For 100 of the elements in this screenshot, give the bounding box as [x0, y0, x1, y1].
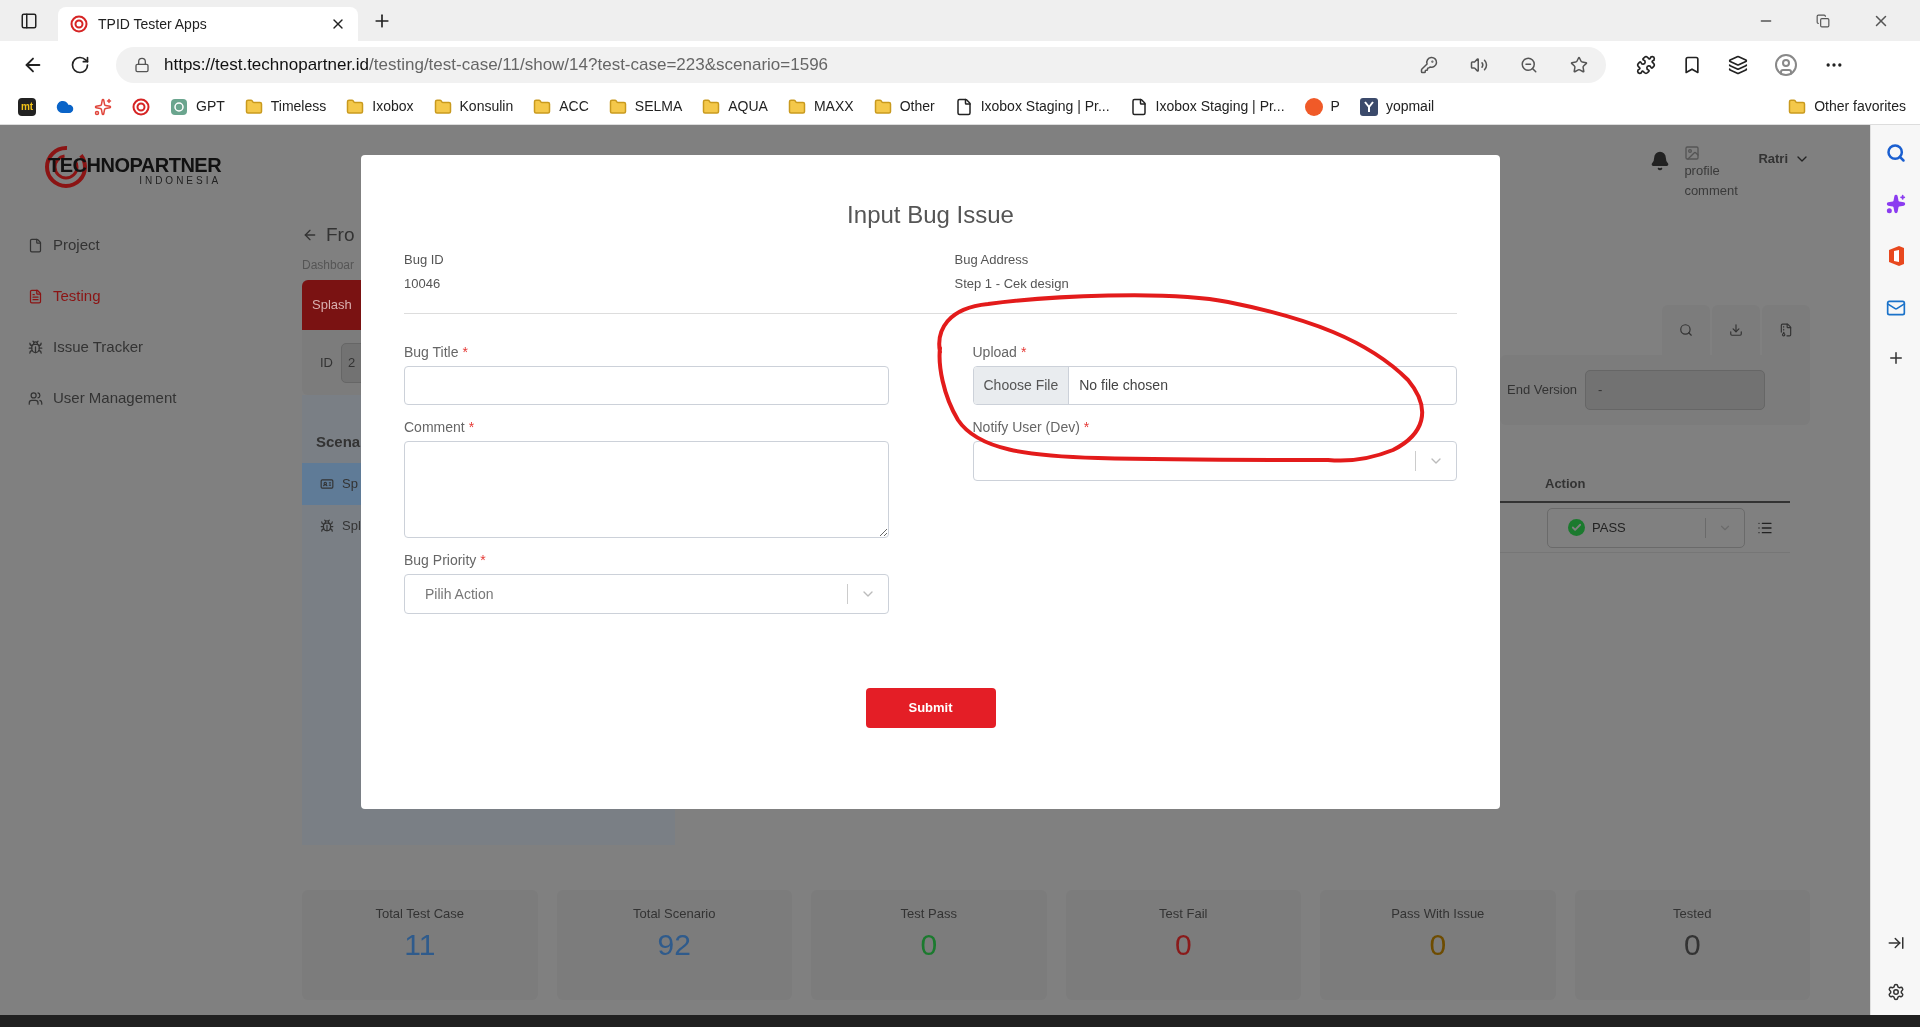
key-icon[interactable] [1420, 56, 1438, 74]
profile-icon[interactable] [1774, 53, 1798, 77]
bookmark-item[interactable]: ACC [533, 96, 589, 117]
users-icon [28, 390, 43, 406]
required-mark: * [462, 342, 468, 362]
column-header: Action [1545, 474, 1586, 493]
id-label: ID [320, 353, 333, 372]
page-icon [954, 97, 973, 116]
required-mark: * [1020, 342, 1027, 362]
folder-icon [787, 97, 806, 116]
zoom-out-icon[interactable] [1520, 56, 1538, 74]
folder-icon [608, 97, 627, 116]
required-mark: * [1083, 417, 1090, 437]
address-bar[interactable]: https://test.technopartner.id/testing/test-case/11/show/14?test-case=223&scenario=1596 [116, 47, 1606, 83]
folder-icon [1788, 97, 1807, 116]
app-icon [94, 97, 112, 116]
knot-logo-icon [170, 97, 188, 116]
text-input[interactable] [404, 366, 889, 405]
search-icon [1679, 323, 1693, 337]
read-aloud-icon[interactable] [1470, 56, 1488, 74]
choose-file-button[interactable]: Choose File [973, 367, 1070, 404]
bookmark-item[interactable]: AQUA [702, 96, 768, 117]
hide-sidebar-icon[interactable] [1886, 934, 1905, 952]
broken-image-icon [1684, 145, 1701, 161]
bookmark-item[interactable]: GPT [170, 96, 225, 117]
mail-icon[interactable] [1885, 298, 1906, 318]
folder-icon [533, 97, 552, 116]
select-field[interactable] [972, 441, 1457, 481]
browser-tab[interactable]: TPID Tester Apps [58, 7, 358, 41]
bookmark-item[interactable]: SELMA [608, 96, 683, 117]
bookmark-item[interactable] [132, 97, 150, 116]
back-arrow-icon[interactable] [302, 227, 318, 243]
notification-bell-icon[interactable] [1650, 151, 1671, 171]
stat-value: 0 [920, 926, 938, 963]
bookmark-item[interactable]: Ixobox [346, 96, 414, 117]
dialog-title: Input Bug Issue [847, 199, 1014, 230]
info-value: 10046 [404, 274, 442, 293]
page-icon [1129, 97, 1148, 116]
ring-logo-icon [70, 15, 88, 33]
bug-icon [320, 519, 334, 533]
file-input[interactable]: Choose File No file chosen [972, 366, 1457, 405]
required-mark: * [480, 550, 486, 570]
stat-value: 11 [404, 926, 436, 963]
folder-icon [873, 97, 892, 116]
ring-logo-icon [132, 97, 150, 116]
bookmark-item[interactable]: Ixobox Staging | Pr... [954, 96, 1110, 117]
submit-button[interactable]: Submit [865, 688, 996, 728]
bookmark-item[interactable]: yopmail [1359, 96, 1435, 117]
lock-icon [134, 57, 150, 73]
file-icon [28, 237, 43, 253]
bug-icon [28, 339, 43, 355]
required-mark: * [468, 417, 475, 437]
p-logo-icon [1304, 97, 1323, 116]
action-select[interactable]: PASS [1547, 507, 1745, 548]
card-tab[interactable]: Splash [312, 295, 352, 315]
favorites-icon[interactable] [1682, 55, 1702, 75]
info-value: Step 1 - Cek design [954, 274, 1070, 293]
document-icon [28, 288, 43, 304]
stat-label: Total Scenario [633, 905, 716, 923]
folder-icon [433, 97, 452, 116]
stat-label: Tested [1673, 905, 1712, 923]
tab-actions-icon[interactable] [20, 11, 38, 30]
search-icon[interactable] [1885, 143, 1906, 163]
stat-label: Total Test Case [375, 905, 465, 923]
download-icon [1729, 323, 1743, 337]
bookmark-item[interactable]: mt [18, 97, 36, 116]
end-version-label: End Version [1507, 381, 1578, 400]
field-label: Bug Title [404, 342, 459, 362]
profile-image-alt: profile comment [1684, 162, 1739, 200]
bookmark-item[interactable] [94, 97, 112, 116]
select-field[interactable]: Pilih Action [404, 574, 889, 614]
info-label: Bug ID [404, 251, 445, 269]
stat-label: Test Fail [1159, 905, 1208, 923]
bookmark-item[interactable]: MAXX [787, 96, 854, 117]
sparkle-icon[interactable] [1885, 194, 1906, 214]
bookmark-item[interactable]: Timeless [244, 96, 327, 117]
favorite-icon[interactable] [1570, 56, 1588, 74]
field-label: Bug Priority [404, 550, 477, 570]
stat-label: Pass With Issue [1391, 905, 1485, 923]
info-label: Bug Address [954, 251, 1030, 269]
file-status: No file chosen [1078, 376, 1168, 395]
bookmark-item[interactable]: Ixobox Staging | Pr... [1129, 96, 1285, 117]
bookmark-item[interactable]: P [1304, 96, 1340, 117]
bookmark-item[interactable]: Other favorites [1788, 96, 1906, 117]
stat-value: 92 [657, 926, 691, 963]
reload-icon[interactable] [70, 55, 90, 75]
archive-file-icon [1779, 323, 1793, 337]
field-label: Comment [404, 417, 465, 437]
folder-icon [702, 97, 721, 116]
bookmark-item[interactable]: Konsulin [433, 96, 514, 117]
bookmark-item[interactable]: Other [873, 96, 935, 117]
id-card-icon [320, 477, 334, 491]
settings-icon[interactable] [1886, 983, 1905, 1001]
extensions-icon[interactable] [1636, 55, 1656, 75]
collections-icon[interactable] [1728, 55, 1748, 75]
folder-icon [346, 97, 365, 116]
scenario-heading: Scena [315, 432, 361, 452]
folder-icon [244, 97, 263, 116]
restore-icon[interactable] [1816, 13, 1830, 28]
stat-value: 0 [1683, 926, 1701, 963]
